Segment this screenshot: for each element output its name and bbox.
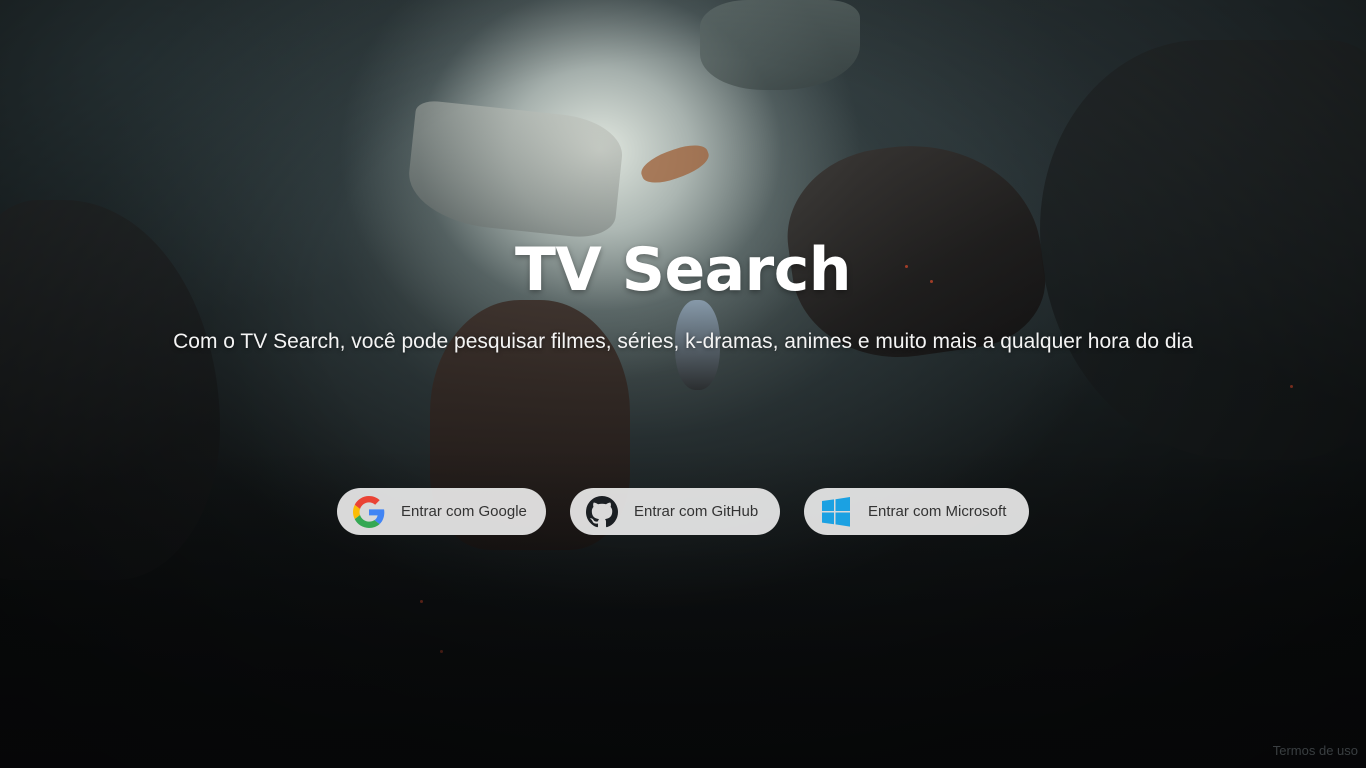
page-title: TV Search: [514, 235, 852, 305]
microsoft-login-button[interactable]: Entrar com Microsoft: [804, 488, 1029, 535]
github-login-button[interactable]: Entrar com GitHub: [570, 488, 780, 535]
github-login-label: Entrar com GitHub: [634, 503, 759, 520]
google-login-button[interactable]: Entrar com Google: [337, 488, 546, 535]
login-page: TV Search Com o TV Search, você pode pes…: [0, 0, 1366, 768]
login-buttons: Entrar com Google Entrar com GitHub Entr…: [0, 488, 1366, 535]
google-login-label: Entrar com Google: [401, 503, 527, 520]
page-subtitle: Com o TV Search, você pode pesquisar fil…: [173, 330, 1193, 353]
hero-section: TV Search Com o TV Search, você pode pes…: [0, 232, 1366, 356]
github-icon: [586, 495, 618, 528]
terms-of-use-link[interactable]: Termos de uso: [1273, 743, 1358, 758]
windows-icon: [820, 496, 852, 528]
google-icon: [353, 495, 385, 528]
microsoft-login-label: Entrar com Microsoft: [868, 503, 1007, 520]
